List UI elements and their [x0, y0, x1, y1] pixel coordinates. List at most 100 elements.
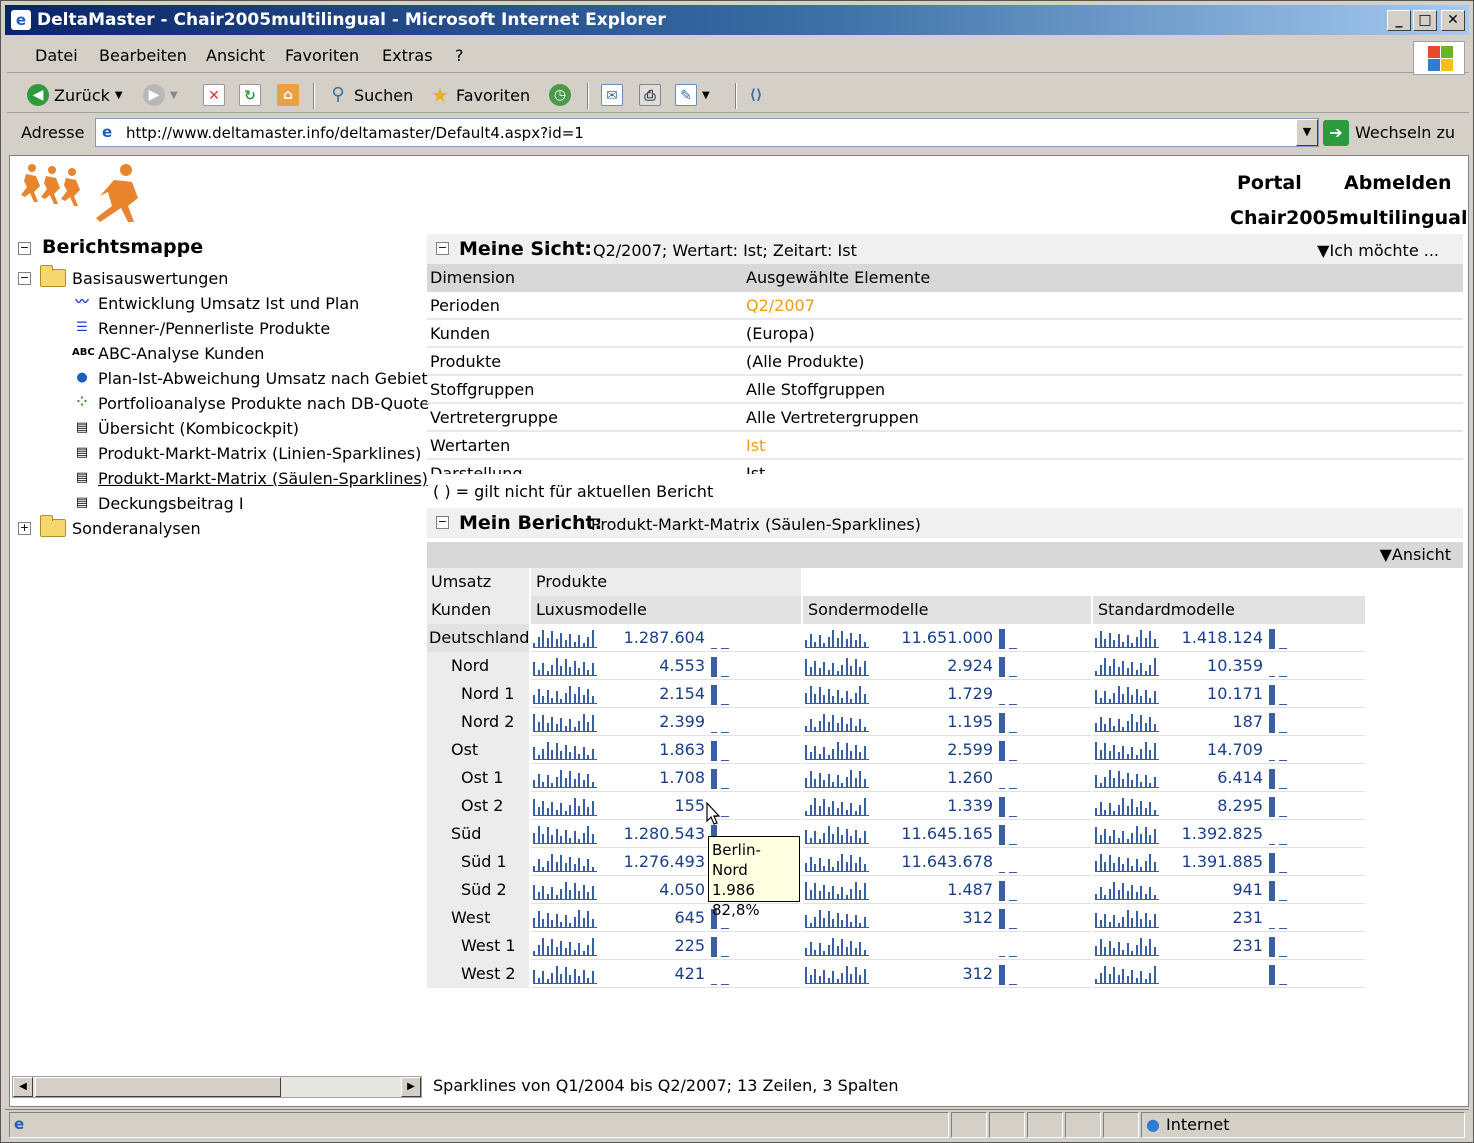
menu-favoriten[interactable]: Favoriten [285, 46, 359, 65]
row-header[interactable]: West [427, 904, 529, 932]
dimension-value[interactable]: Q2/2007 [746, 296, 815, 315]
tree-item-portfolioanalyse[interactable]: ⁘ Portfolioanalyse Produkte nach DB-Quot… [72, 391, 430, 415]
matrix-cell[interactable]: 6.414 [1093, 764, 1365, 792]
tree-item-deckungsbeitrag[interactable]: ▤ Deckungsbeitrag I [72, 491, 244, 515]
matrix-cell[interactable]: 4.553 [531, 652, 801, 680]
action-menu[interactable]: ▼Ich möchte ... [1317, 241, 1439, 260]
maximize-button[interactable]: □ [1413, 10, 1437, 31]
tree-folder-basisauswertungen[interactable]: Basisauswertungen [40, 265, 228, 290]
matrix-cell[interactable]: 8.295 [1093, 792, 1365, 820]
home-button[interactable]: ⌂ [277, 82, 299, 108]
sparkline[interactable] [533, 881, 597, 900]
matrix-cell[interactable]: 2.924 [803, 652, 1091, 680]
back-button[interactable]: ◀ Zurück ▼ [27, 82, 123, 108]
sparkline[interactable] [805, 965, 869, 984]
matrix-cell[interactable]: 1.729 [803, 680, 1091, 708]
matrix-cell[interactable]: 1.418.124 [1093, 624, 1365, 652]
sparkline[interactable] [1095, 825, 1159, 844]
refresh-button[interactable]: ↻ [239, 82, 261, 108]
row-header[interactable]: Deutschland [427, 624, 529, 652]
collapse-folder-icon[interactable]: − [18, 272, 31, 285]
matrix-cell[interactable]: 312 [803, 904, 1091, 932]
portal-link[interactable]: Portal [1237, 172, 1302, 194]
sparkline[interactable] [1095, 937, 1159, 956]
sparkline[interactable] [1095, 909, 1159, 928]
matrix-cell[interactable]: 421 [531, 960, 801, 988]
matrix-cell[interactable] [803, 932, 1091, 960]
collapse-report-icon[interactable]: − [436, 516, 449, 529]
sparkline[interactable] [1095, 965, 1159, 984]
messenger-button[interactable]: ⟨⟩ [745, 82, 767, 108]
sparkline[interactable] [533, 685, 597, 704]
row-header[interactable]: Nord [427, 652, 529, 680]
dimension-value[interactable]: (Europa) [746, 324, 815, 343]
matrix-cell[interactable]: 10.359 [1093, 652, 1365, 680]
tree-item-matrix-saeulen[interactable]: ▤ Produkt-Markt-Matrix (Säulen-Sparkline… [72, 466, 428, 490]
matrix-cell[interactable]: 231 [1093, 932, 1365, 960]
sparkline[interactable] [805, 881, 869, 900]
horizontal-scrollbar[interactable]: ◀ ▶ [12, 1076, 422, 1098]
dimension-value[interactable]: Alle Stoffgruppen [746, 380, 885, 399]
sparkline[interactable] [1095, 797, 1159, 816]
sparkline[interactable] [1095, 769, 1159, 788]
menu-ansicht[interactable]: Ansicht [206, 46, 265, 65]
sparkline[interactable] [805, 853, 869, 872]
sparkline[interactable] [533, 965, 597, 984]
matrix-cell[interactable]: 2.154 [531, 680, 801, 708]
matrix-cell[interactable]: 1.339 [803, 792, 1091, 820]
sparkline[interactable] [533, 657, 597, 676]
matrix-cell[interactable]: 2.599 [803, 736, 1091, 764]
dimension-row[interactable]: Perioden Q2/2007 [427, 292, 1463, 320]
row-header[interactable]: Süd 2 [427, 876, 529, 904]
sparkline[interactable] [1095, 657, 1159, 676]
sparkline[interactable] [1095, 741, 1159, 760]
collapse-berichtsmappe-icon[interactable]: − [18, 242, 31, 255]
column-header-standardmodelle[interactable]: Standardmodelle [1093, 596, 1365, 624]
scroll-thumb[interactable] [35, 1077, 281, 1097]
row-header[interactable]: Ost 1 [427, 764, 529, 792]
sparkline[interactable] [805, 741, 869, 760]
matrix-cell[interactable]: 225 [531, 932, 801, 960]
dimension-value[interactable]: Ist [746, 436, 765, 455]
column-header-luxusmodelle[interactable]: Luxusmodelle [531, 596, 801, 624]
menu-help[interactable]: ? [455, 46, 464, 65]
sparkline[interactable] [533, 713, 597, 732]
sparkline[interactable] [805, 629, 869, 648]
row-header[interactable]: Nord 1 [427, 680, 529, 708]
sparkline[interactable] [1095, 881, 1159, 900]
sparkline[interactable] [805, 769, 869, 788]
dimension-row[interactable]: Darstellung Ist [427, 460, 1463, 474]
menu-extras[interactable]: Extras [382, 46, 433, 65]
search-button[interactable]: ⚲ Suchen [327, 82, 413, 108]
matrix-cell[interactable]: 1.391.885 [1093, 848, 1365, 876]
tree-item-renner-pennerliste[interactable]: ☰ Renner-/Pennerliste Produkte [72, 316, 330, 340]
edit-button[interactable]: ✎ ▼ [675, 82, 710, 108]
sparkline[interactable] [805, 657, 869, 676]
tree-item-matrix-linien[interactable]: ▤ Produkt-Markt-Matrix (Linien-Sparkline… [72, 441, 421, 465]
matrix-cell[interactable]: 312 [803, 960, 1091, 988]
minimize-button[interactable]: _ [1387, 10, 1411, 31]
tree-item-entwicklung-umsatz[interactable]: 〰 Entwicklung Umsatz Ist und Plan [72, 291, 359, 315]
matrix-cell[interactable]: 1.392.825 [1093, 820, 1365, 848]
column-header-sondermodelle[interactable]: Sondermodelle [803, 596, 1091, 624]
mail-button[interactable]: ✉ [601, 82, 623, 108]
menu-bearbeiten[interactable]: Bearbeiten [99, 46, 187, 65]
matrix-cell[interactable]: 1.708 [531, 764, 801, 792]
matrix-cell[interactable]: 941 [1093, 876, 1365, 904]
sparkline[interactable] [805, 937, 869, 956]
matrix-cell[interactable]: 14.709 [1093, 736, 1365, 764]
sparkline[interactable] [533, 629, 597, 648]
sparkline[interactable] [533, 769, 597, 788]
favorites-button[interactable]: ★ Favoriten [429, 82, 530, 108]
matrix-cell[interactable]: 1.260 [803, 764, 1091, 792]
row-header[interactable]: West 1 [427, 932, 529, 960]
matrix-cell[interactable]: 187 [1093, 708, 1365, 736]
row-header[interactable]: Ost 2 [427, 792, 529, 820]
sparkline[interactable] [1095, 629, 1159, 648]
dimension-row[interactable]: Wertarten Ist [427, 432, 1463, 460]
sparkline[interactable] [1095, 853, 1159, 872]
sparkline[interactable] [805, 685, 869, 704]
matrix-cell[interactable]: 11.643.678 [803, 848, 1091, 876]
view-menu[interactable]: ▼Ansicht [1380, 545, 1451, 564]
menu-datei[interactable]: Datei [35, 46, 78, 65]
